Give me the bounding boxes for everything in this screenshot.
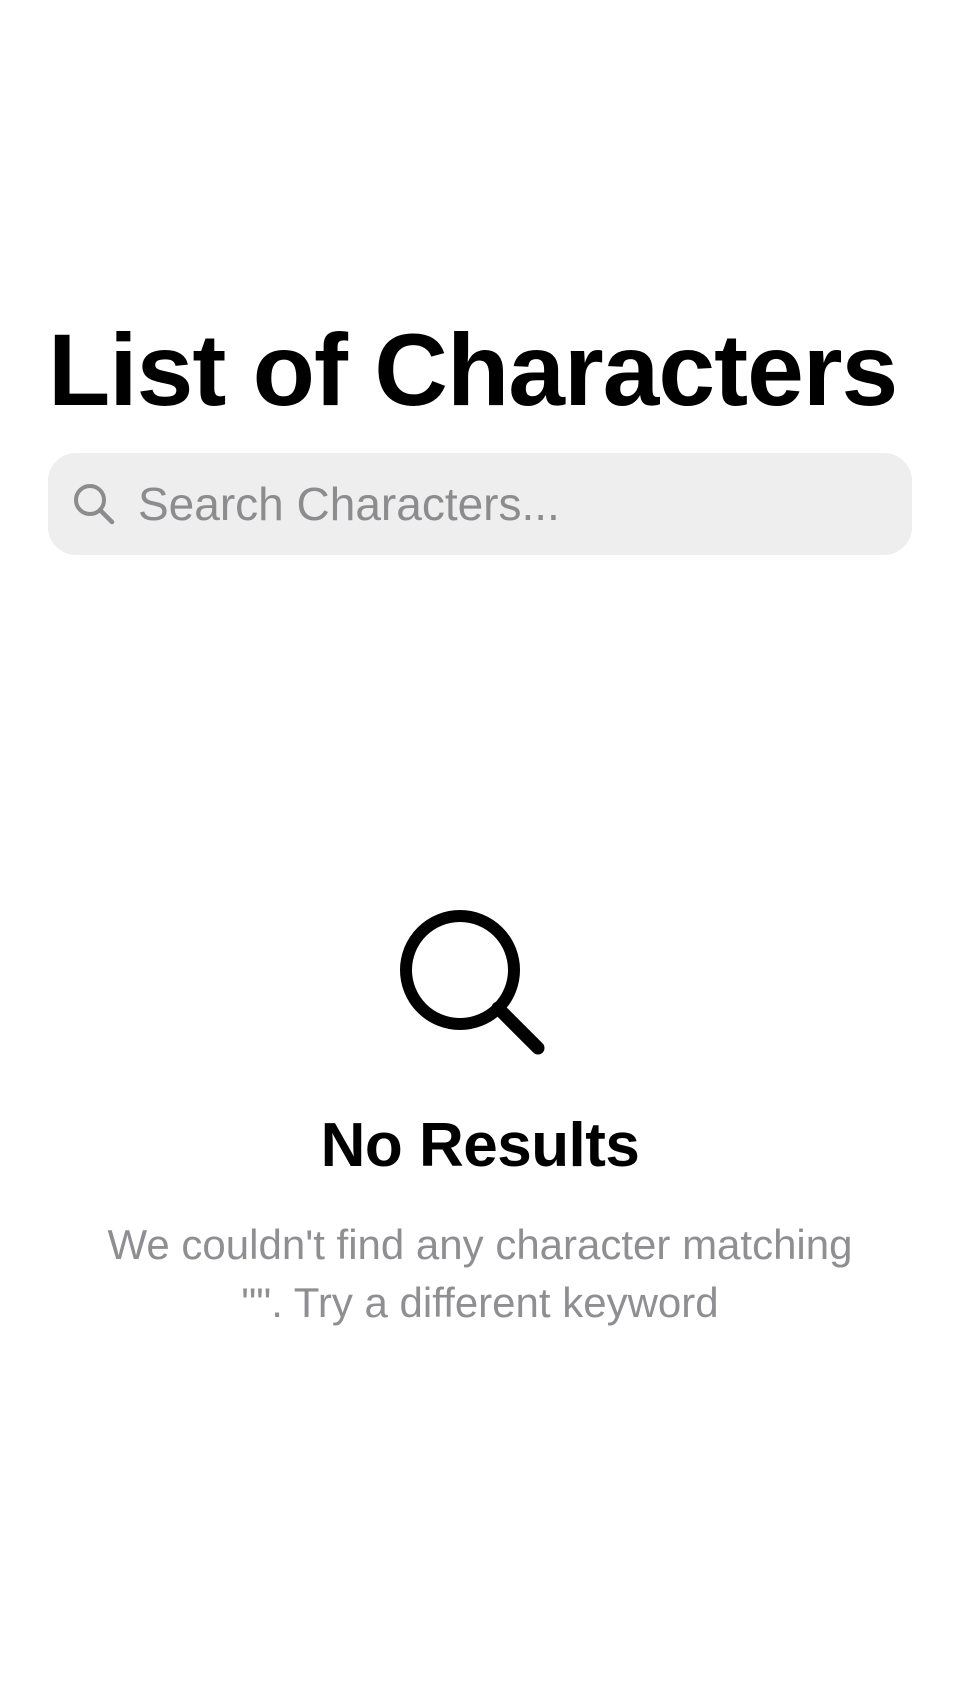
search-icon xyxy=(70,480,118,528)
empty-state-title: No Results xyxy=(320,1111,640,1180)
page-title: List of Characters xyxy=(48,313,898,427)
search-icon xyxy=(400,910,560,1070)
empty-state-message: We couldn't find any character matching … xyxy=(107,1221,853,1326)
empty-state: No Results We couldn't find any characte… xyxy=(0,910,960,1332)
search-bar[interactable] xyxy=(48,453,912,555)
search-input[interactable] xyxy=(138,464,888,544)
